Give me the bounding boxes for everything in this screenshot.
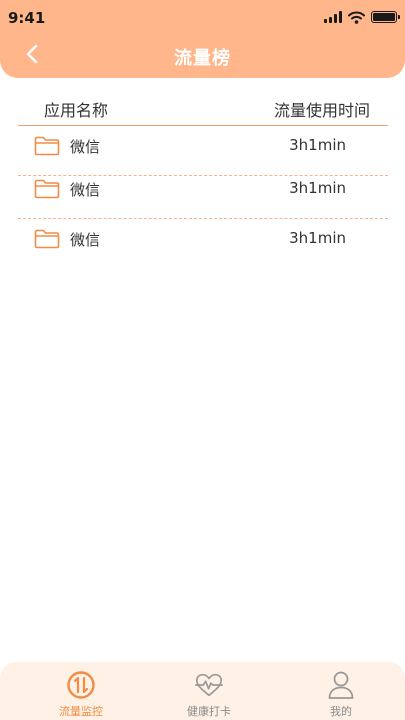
app-name: 微信 bbox=[70, 231, 101, 249]
tab-profile[interactable]: 我的 bbox=[286, 662, 396, 720]
table-row[interactable]: 微信 3h1min bbox=[18, 219, 388, 269]
battery-icon bbox=[371, 11, 400, 23]
status-icons bbox=[324, 9, 400, 25]
wifi-icon bbox=[348, 11, 365, 24]
tab-label: 健康打卡 bbox=[187, 705, 231, 718]
tab-health-checkin[interactable]: 健康打卡 bbox=[154, 662, 264, 720]
page-title: 流量榜 bbox=[174, 48, 231, 69]
table-header: 应用名称 流量使用时间 bbox=[18, 93, 388, 126]
column-header-app-name: 应用名称 bbox=[44, 101, 109, 120]
folder-icon bbox=[34, 179, 60, 199]
cellular-signal-icon bbox=[324, 11, 342, 23]
app-name: 微信 bbox=[70, 138, 101, 156]
user-icon bbox=[328, 671, 354, 699]
table-row[interactable]: 微信 3h1min bbox=[18, 169, 388, 219]
usage-time: 3h1min bbox=[289, 179, 346, 197]
folder-icon bbox=[34, 229, 60, 249]
folder-icon bbox=[34, 136, 60, 156]
heartbeat-icon bbox=[195, 673, 223, 697]
status-time: 9:41 bbox=[8, 9, 46, 27]
tab-traffic-monitor[interactable]: 流量监控 bbox=[26, 662, 136, 720]
usage-time: 3h1min bbox=[289, 136, 346, 154]
traffic-icon bbox=[67, 671, 95, 699]
tab-label: 流量监控 bbox=[59, 705, 103, 718]
tab-label: 我的 bbox=[330, 705, 352, 718]
header-bar: 9:41 流量榜 bbox=[0, 0, 405, 78]
usage-time: 3h1min bbox=[289, 229, 346, 247]
bottom-tab-bar: 流量监控 健康打卡 我的 bbox=[0, 662, 405, 720]
app-name: 微信 bbox=[70, 181, 101, 199]
column-header-usage-time: 流量使用时间 bbox=[273, 101, 370, 120]
